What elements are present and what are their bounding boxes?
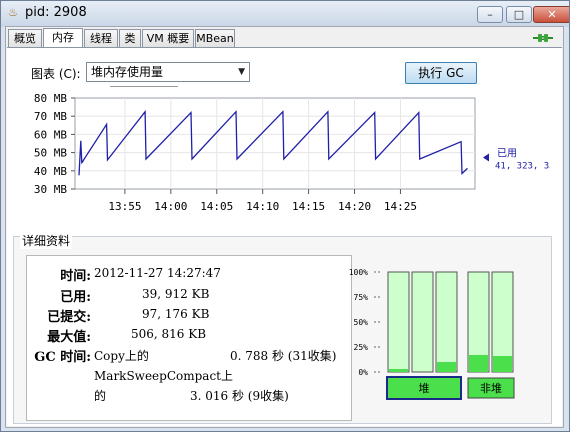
max-value: 506, 816 KB bbox=[131, 327, 207, 341]
tab-memory[interactable]: 内存 bbox=[43, 28, 83, 48]
current-value-marker bbox=[483, 153, 489, 162]
heap-pool-bar-bg bbox=[411, 271, 434, 373]
tab-classes[interactable]: 类 bbox=[119, 29, 141, 47]
tab-vm-summary[interactable]: VM 概要 bbox=[142, 29, 194, 47]
chart-selector-dropdown[interactable]: 堆内存使用量 ▼ bbox=[86, 62, 250, 82]
chart-selector-value: 堆内存使用量 bbox=[91, 65, 164, 79]
heap-pool-bar-fill bbox=[437, 362, 456, 372]
plot-area bbox=[74, 97, 476, 190]
heap-selector-label: 堆 bbox=[419, 382, 430, 395]
y-tick-label: 60 MB bbox=[34, 128, 67, 141]
tab-threads[interactable]: 线程 bbox=[84, 29, 118, 47]
maximize-button[interactable]: □ bbox=[506, 6, 532, 23]
connection-plug-icon bbox=[533, 34, 553, 42]
committed-value: 97, 176 KB bbox=[142, 307, 210, 321]
pool-y-tick-label: 50% bbox=[354, 318, 369, 327]
title-bar: ♨ pid: 2908 – □ ✕ bbox=[1, 1, 569, 27]
x-tick-label: 14:15 bbox=[292, 200, 325, 213]
heap-pool-bar-bg bbox=[387, 271, 410, 373]
details-info-box: 时间: 2012-11-27 14:27:47 已用: 39, 912 KB 已… bbox=[26, 255, 352, 421]
committed-label: 已提交: bbox=[47, 310, 91, 325]
pool-y-tick-label: 100% bbox=[349, 268, 368, 277]
max-label: 最大值: bbox=[47, 330, 91, 345]
window-title: pid: 2908 bbox=[25, 5, 87, 20]
x-tick-label: 14:20 bbox=[338, 200, 371, 213]
pool-y-tick-label: 0% bbox=[358, 368, 368, 377]
gc-marksweep-label: MarkSweepCompact上 bbox=[94, 369, 233, 383]
y-tick-label: 30 MB bbox=[34, 183, 67, 196]
y-tick-label: 80 MB bbox=[34, 92, 67, 105]
x-tick-label: 14:05 bbox=[200, 200, 233, 213]
nonheap-pool-bar-fill bbox=[493, 356, 512, 372]
gc-time-label: GC 时间: bbox=[34, 350, 91, 365]
current-value-number: 41, 323, 336 bbox=[495, 162, 550, 172]
heap-pool-bar-bg bbox=[435, 271, 458, 373]
tab-mbean[interactable]: MBean bbox=[195, 29, 235, 47]
time-label: 时间: bbox=[60, 269, 91, 284]
heap-pool-bar-fill bbox=[389, 369, 408, 372]
y-tick-label: 50 MB bbox=[34, 147, 67, 160]
x-tick-label: 14:00 bbox=[154, 200, 187, 213]
gc-marksweep-label-cont: 的 bbox=[94, 389, 107, 403]
minimize-button[interactable]: – bbox=[477, 6, 503, 23]
nonheap-pool-bar-fill bbox=[469, 355, 488, 372]
current-value-label: 已用 bbox=[497, 149, 517, 160]
x-tick-label: 13:55 bbox=[108, 200, 141, 213]
gc-copy-label: Copy上的 bbox=[94, 349, 149, 363]
nonheap-selector-label: 非堆 bbox=[480, 382, 502, 395]
y-tick-label: 70 MB bbox=[34, 110, 67, 123]
selector-divider bbox=[110, 86, 178, 87]
close-button[interactable]: ✕ bbox=[533, 6, 569, 23]
chart-selector-label: 图表 (C): bbox=[31, 67, 81, 81]
perform-gc-button[interactable]: 执行 GC bbox=[405, 62, 477, 84]
java-icon: ♨ bbox=[8, 6, 18, 19]
used-value: 39, 912 KB bbox=[142, 287, 210, 301]
memory-pool-chart: 100% 75% 50% 25% 0% 堆 非堆 bbox=[349, 268, 515, 400]
details-title: 详细资料 bbox=[20, 232, 73, 249]
chevron-down-icon: ▼ bbox=[238, 67, 245, 77]
tab-overview[interactable]: 概览 bbox=[8, 29, 42, 47]
gc-copy-value: 0. 788 秒 (31收集) bbox=[230, 349, 337, 363]
heap-usage-chart: 30 MB 40 MB 50 MB 60 MB 70 MB 80 MB 13:55 14:00… bbox=[34, 92, 550, 213]
pool-y-tick-label: 75% bbox=[354, 293, 369, 302]
x-tick-label: 14:25 bbox=[384, 200, 417, 213]
pool-y-tick-label: 25% bbox=[354, 343, 369, 352]
x-tick-label: 14:10 bbox=[246, 200, 279, 213]
gc-marksweep-value: 3. 016 秒 (9收集) bbox=[190, 389, 289, 403]
time-value: 2012-11-27 14:27:47 bbox=[94, 266, 221, 280]
y-tick-label: 40 MB bbox=[34, 165, 67, 178]
used-label: 已用: bbox=[60, 290, 91, 305]
